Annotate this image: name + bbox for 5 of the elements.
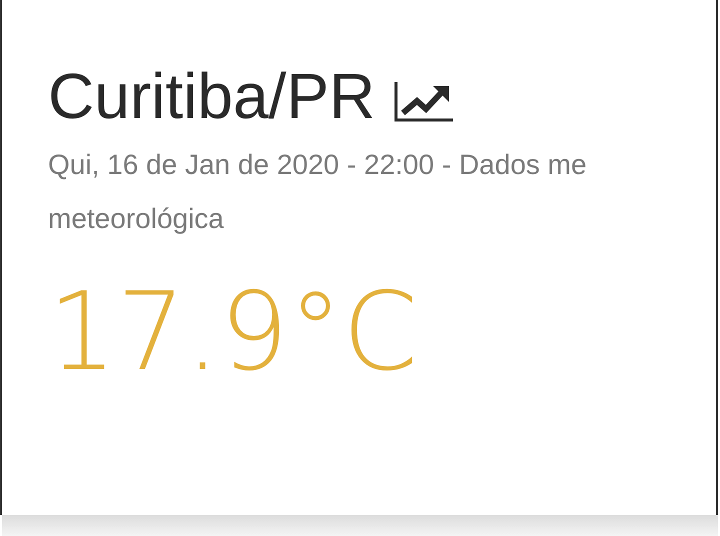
date-and-source-text: Qui, 16 de Jan de 2020 - 22:00 - Dados me (48, 148, 587, 182)
line-chart-icon[interactable] (393, 80, 456, 122)
city-title: Curitiba/PR (48, 59, 376, 134)
temperature-value: 17.9°C (48, 269, 419, 397)
date-and-source-text: meteorológica (48, 202, 224, 236)
